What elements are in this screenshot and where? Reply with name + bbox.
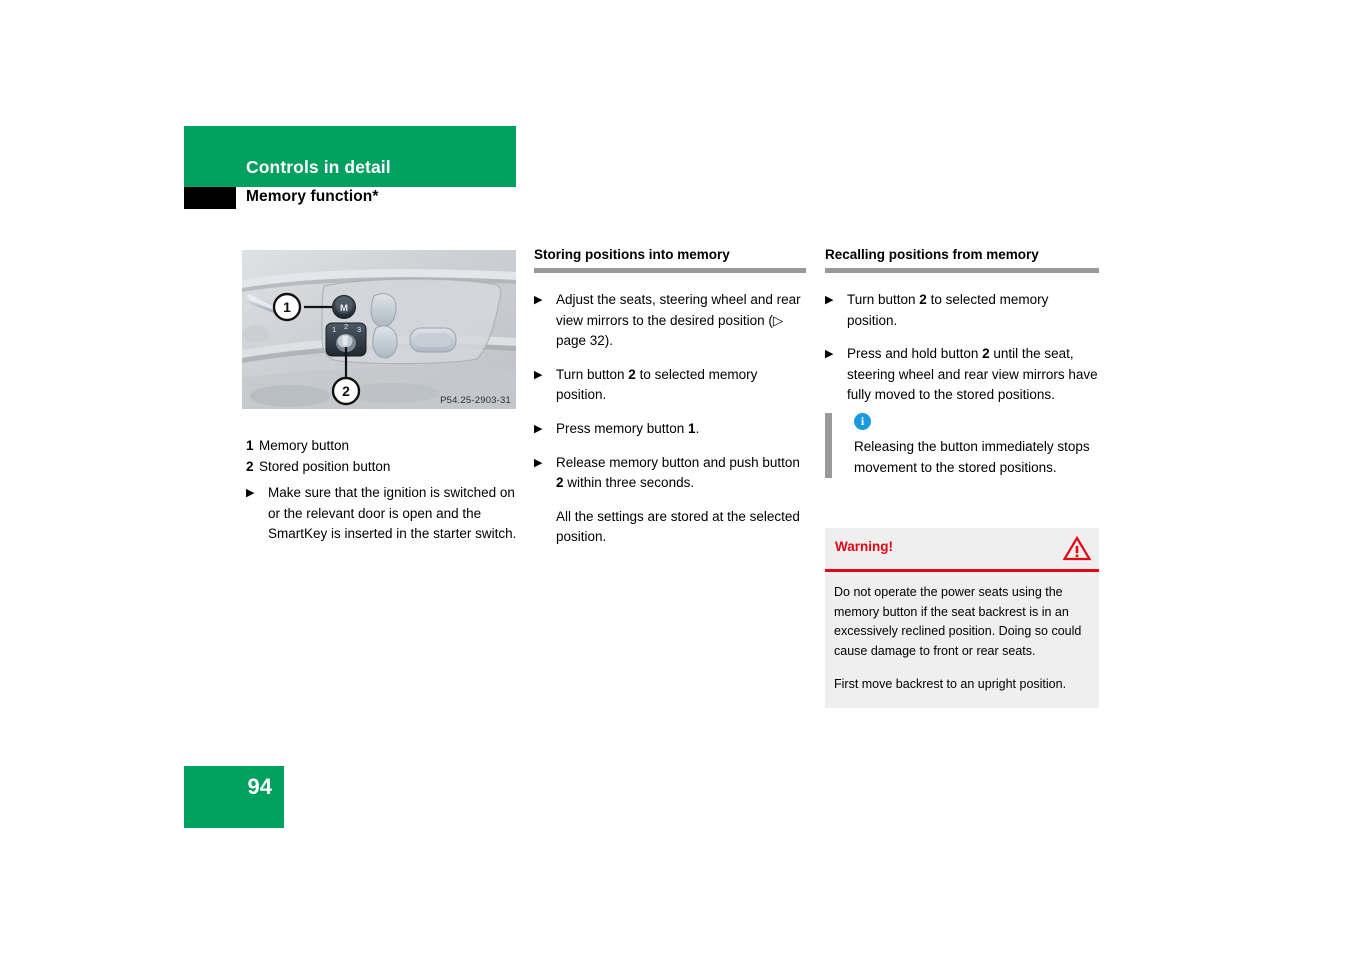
legend-number: 2	[246, 458, 254, 474]
step-note: ▶All the settings are stored at the sele…	[534, 507, 806, 548]
bullet-item: ▶ Adjust the seats, steering wheel and re…	[534, 290, 806, 352]
legend-number: 1	[246, 438, 254, 453]
bullet-item: ▶ Make sure that the ignition is switche…	[246, 483, 524, 545]
bullet-text: Make sure that the ignition is switched …	[268, 485, 517, 541]
svg-text:2: 2	[342, 383, 350, 399]
page-number: 94	[247, 774, 272, 799]
bullet-text: Press memory button 1.	[556, 419, 806, 440]
text-run: page 32).	[556, 333, 614, 348]
recalling-steps-list: ▶ Turn button 2 to selected memory positi…	[825, 290, 1099, 406]
bullet-marker-icon: ▶	[534, 422, 543, 435]
callout-2: 2	[331, 376, 361, 406]
text-run: Press and hold button	[847, 346, 983, 361]
section-title: Memory function*	[246, 188, 379, 205]
legend-item: 2 Stored position button	[246, 457, 526, 478]
legend-item: 1 Memory button	[246, 436, 526, 457]
warning-header: Warning!	[825, 528, 1099, 572]
inline-button-ref: 2	[556, 475, 564, 490]
section-tab-marker	[184, 187, 236, 209]
recalling-positions-column: Recalling positions from memory ▶ Turn bu…	[825, 247, 1099, 419]
page-reference-icon: ▷	[772, 312, 784, 328]
text-run: Turn button	[556, 366, 629, 382]
svg-text:M: M	[340, 303, 348, 314]
heading-rule	[825, 268, 1099, 273]
text-run: Adjust the seats, steering wheel and rea…	[556, 292, 801, 328]
storing-heading: Storing positions into memory	[534, 247, 730, 262]
info-note-body: i Releasing the button immediately stops…	[854, 413, 1099, 478]
heading-rule	[534, 268, 806, 273]
bullet-marker-icon: ▶	[534, 368, 543, 381]
warning-triangle-icon	[1062, 535, 1092, 566]
storing-steps-list: ▶ Adjust the seats, steering wheel and re…	[534, 290, 806, 548]
inline-button-ref: 2	[982, 346, 990, 361]
memory-button-graphic: M	[332, 295, 356, 319]
bullet-marker-icon: ▶	[534, 456, 543, 469]
svg-text:2: 2	[344, 322, 348, 331]
inline-button-ref: 1	[688, 420, 696, 436]
bullet-marker-icon: ▶	[246, 487, 255, 499]
door-panel-illustration: M 1 2 3 1 2 P54.25-2903-31	[242, 250, 516, 409]
bullet-marker-icon: ▶	[825, 294, 834, 306]
bullet-text: Press and hold button 2 until the seat, …	[847, 344, 1099, 406]
illustration-legend: 1 Memory button 2 Stored position button	[246, 436, 526, 477]
svg-text:3: 3	[357, 325, 361, 334]
bullet-text: Adjust the seats, steering wheel and rea…	[556, 290, 806, 352]
legend-label: Stored position button	[259, 458, 391, 474]
inline-button-ref: 2	[628, 366, 636, 382]
info-note-accent-bar	[825, 413, 832, 478]
text-run: Press memory button	[556, 420, 689, 436]
callout-1: 1	[272, 292, 302, 322]
bullet-marker-icon: ▶	[825, 348, 834, 360]
bullet-marker-icon: ▶	[534, 294, 543, 306]
svg-text:1: 1	[332, 325, 336, 334]
svg-text:1: 1	[283, 299, 291, 315]
warning-body: Do not operate the power seats using the…	[825, 572, 1099, 708]
bullet-item: ▶ Turn button 2 to selected memory positi…	[534, 365, 806, 406]
page-number-box: 94	[184, 766, 284, 828]
info-note: i Releasing the button immediately stops…	[825, 413, 1099, 478]
bullet-text: Turn button 2 to selected memory positio…	[847, 290, 1099, 331]
warning-box: Warning! Do not operate the power seats …	[825, 528, 1099, 708]
info-note-text: Releasing the button immediately stops m…	[854, 439, 1090, 475]
chapter-title: Controls in detail	[246, 157, 391, 177]
legend-label: Memory button	[259, 438, 350, 453]
ignition-prerequisite-note: ▶ Make sure that the ignition is switche…	[246, 483, 524, 558]
storing-positions-column: Storing positions into memory ▶ Adjust th…	[534, 247, 806, 561]
bullet-text: Turn button 2 to selected memory positio…	[556, 365, 806, 406]
recalling-heading: Recalling positions from memory	[825, 247, 1039, 262]
text-run: Release memory button and push button	[556, 454, 800, 470]
warning-paragraph: Do not operate the power seats using the…	[834, 585, 1082, 658]
chapter-banner: Controls in detail	[184, 126, 516, 187]
bullet-text: All the settings are stored at the selec…	[556, 507, 806, 548]
text-run: within three seconds.	[563, 475, 695, 490]
info-icon: i	[854, 413, 871, 430]
image-reference-code: P54.25-2903-31	[440, 395, 511, 406]
text-run: All the settings are stored at the selec…	[556, 508, 800, 545]
bullet-item: ▶ Turn button 2 to selected memory positi…	[825, 290, 1099, 331]
bullet-item: ▶ Press and hold button 2 until the seat,…	[825, 344, 1099, 406]
inline-button-ref: 2	[919, 292, 927, 307]
bullet-item: ▶ Press memory button 1.	[534, 419, 806, 440]
warning-paragraph: First move backrest to an upright positi…	[834, 677, 1067, 691]
bullet-item: ▶ Release memory button and push button 2…	[534, 453, 806, 494]
door-panel-drawing: M 1 2 3 1 2	[242, 250, 516, 409]
warning-label: Warning!	[835, 539, 893, 554]
bullet-text: Release memory button and push button 2 …	[556, 453, 806, 494]
text-run: Turn button	[847, 292, 920, 307]
text-run: .	[695, 420, 700, 436]
